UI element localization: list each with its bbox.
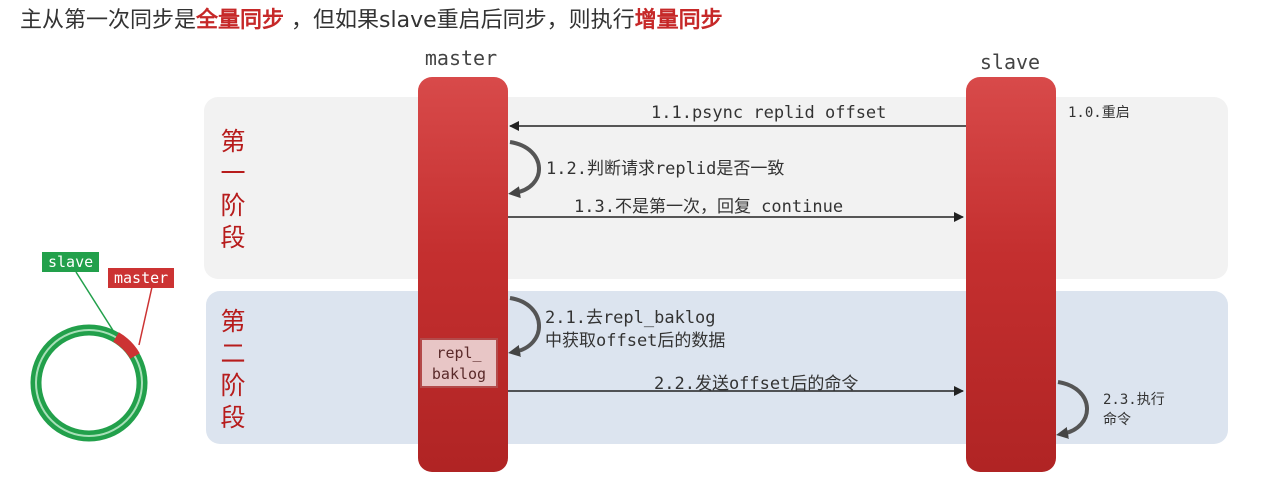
ring-master-tag: master <box>108 268 175 288</box>
step-2-1-line1: 2.1.去repl_baklog <box>545 308 716 328</box>
step-1-0-label: 1.0.重启 <box>1068 105 1130 121</box>
step-2-3-label: 2.3.执行 命令 <box>1103 390 1165 430</box>
step-2-1-label: 2.1.去repl_baklog 中获取offset后的数据 <box>545 307 725 353</box>
step-1-1-label: 1.1.psync replid offset <box>651 103 887 123</box>
step-2-3-line2: 命令 <box>1103 412 1131 428</box>
ring-master-segment <box>113 332 140 359</box>
self-loop-execute <box>1056 380 1089 439</box>
step-1-3-label: 1.3.不是第一次，回复 continue <box>574 197 844 217</box>
self-loop-check-replid <box>508 140 541 199</box>
step-2-3-line1: 2.3.执行 <box>1103 392 1165 408</box>
step-1-2-label: 1.2.判断请求replid是否一致 <box>546 159 785 179</box>
step-2-1-line2: 中获取offset后的数据 <box>545 331 726 351</box>
step-2-2-label: 2.2.发送offset后的命令 <box>654 374 859 394</box>
diagram-arrows <box>30 121 1089 442</box>
ring-slave-tag: slave <box>42 252 100 272</box>
self-loop-read-backlog <box>508 296 541 357</box>
master-pointer-line <box>138 286 153 346</box>
